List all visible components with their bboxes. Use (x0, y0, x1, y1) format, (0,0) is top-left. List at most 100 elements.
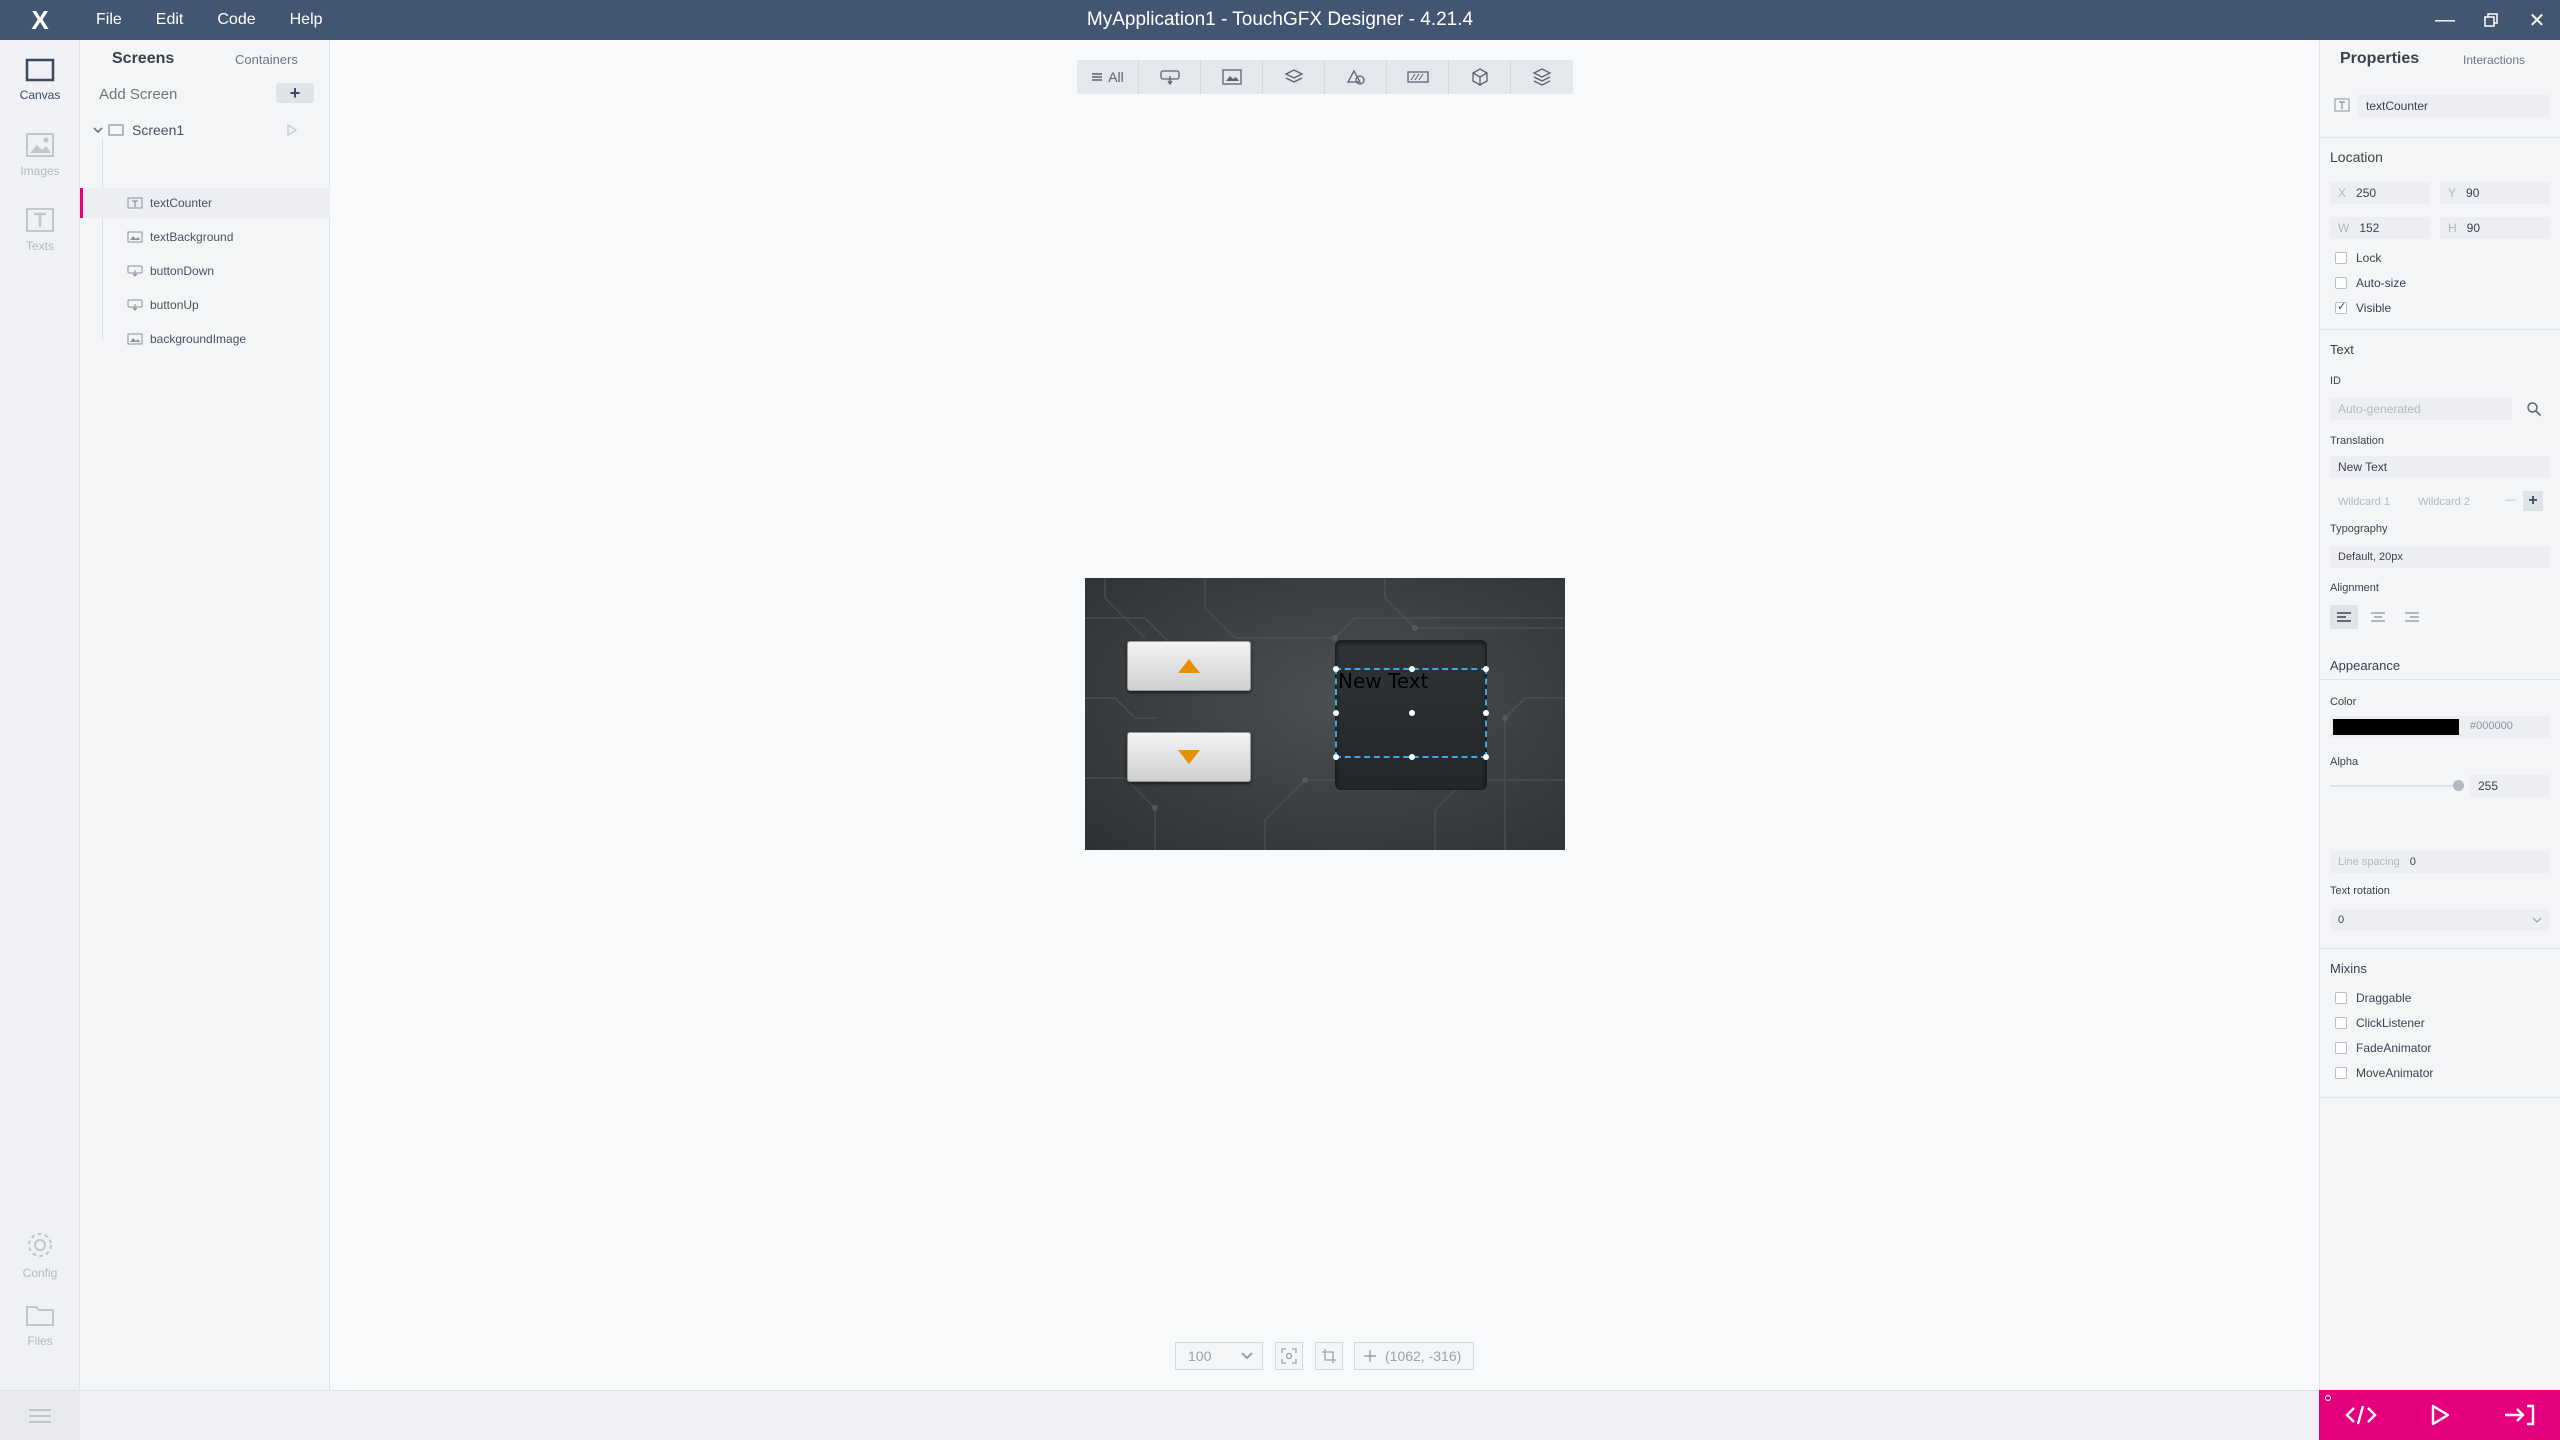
filter-progress[interactable] (1387, 60, 1449, 94)
wildcard1-placeholder: Wildcard 1 (2338, 496, 2390, 508)
resize-handle[interactable] (1333, 666, 1339, 672)
add-screen-button[interactable]: + (276, 83, 314, 103)
color-label: Color (2330, 696, 2357, 708)
resize-handle[interactable] (1409, 666, 1415, 672)
height-input[interactable]: H 90 (2440, 217, 2550, 239)
crop-button[interactable] (1315, 1342, 1343, 1370)
y-value: 90 (2466, 186, 2480, 200)
auto-size-checkbox[interactable] (2335, 277, 2347, 289)
run-simulator-icon[interactable] (2428, 1403, 2452, 1427)
text-icon (127, 197, 143, 209)
move-animator-checkbox[interactable] (2335, 1067, 2347, 1079)
resize-handle[interactable] (1483, 754, 1489, 760)
tab-properties[interactable]: Properties (2340, 50, 2419, 68)
visible-label: Visible (2356, 301, 2392, 315)
align-center-button[interactable] (2364, 605, 2392, 629)
tab-screens[interactable]: Screens (112, 50, 174, 68)
menu-help[interactable]: Help (290, 11, 323, 29)
alpha-input[interactable]: 255 (2470, 775, 2550, 797)
align-right-button[interactable] (2398, 605, 2426, 629)
tree-item-backgroundimage[interactable]: backgroundImage (80, 324, 330, 354)
wildcard2-input[interactable]: Wildcard 2 (2410, 491, 2484, 513)
menu-file[interactable]: File (96, 11, 122, 29)
hamburger-menu[interactable] (0, 1390, 80, 1440)
tab-containers[interactable]: Containers (235, 52, 298, 67)
rail-canvas[interactable]: Canvas (0, 45, 80, 115)
alpha-slider[interactable] (2330, 780, 2464, 791)
wildcard1-input[interactable]: Wildcard 1 (2330, 491, 2404, 513)
rail-config[interactable]: Config (0, 1220, 80, 1290)
restore-icon[interactable] (2468, 0, 2514, 40)
search-icon[interactable] (2526, 401, 2542, 417)
text-rotation-select[interactable]: 0 (2330, 909, 2550, 931)
chevron-down-icon[interactable] (92, 125, 104, 135)
color-swatch[interactable] (2333, 719, 2459, 735)
filter-images[interactable] (1201, 60, 1263, 94)
fit-icon (1281, 1348, 1297, 1364)
typography-select[interactable]: Default, 20px (2330, 546, 2550, 568)
add-wildcard-button[interactable]: + (2523, 491, 2543, 511)
remove-wildcard-button[interactable]: — (2505, 494, 2516, 506)
generate-code-icon[interactable] (2344, 1403, 2378, 1427)
id-input[interactable]: Auto-generated (2330, 398, 2512, 420)
resize-handle[interactable] (1483, 666, 1489, 672)
rail-texts[interactable]: Texts (0, 195, 80, 265)
rail-files[interactable]: Files (0, 1290, 80, 1360)
tree-item-label: textBackground (150, 230, 234, 244)
zoom-select[interactable]: 100 (1175, 1342, 1263, 1370)
click-listener-checkbox[interactable] (2335, 1017, 2347, 1029)
tree-item-buttondown[interactable]: buttonDown (80, 256, 330, 286)
color-input[interactable]: #000000 (2330, 716, 2550, 738)
menu-edit[interactable]: Edit (156, 11, 184, 29)
resize-handle[interactable] (1409, 754, 1415, 760)
rail-images[interactable]: Images (0, 120, 80, 190)
alpha-slider-thumb[interactable] (2453, 780, 2464, 791)
lock-checkbox[interactable] (2335, 252, 2347, 264)
close-icon[interactable]: ✕ (2514, 0, 2560, 40)
play-icon[interactable] (287, 124, 297, 136)
width-input[interactable]: W 152 (2330, 217, 2430, 239)
tree-item-textbackground[interactable]: textBackground (80, 222, 330, 252)
widget-name-input[interactable]: textCounter (2358, 95, 2550, 117)
line-spacing-input[interactable]: Line spacing 0 (2330, 851, 2550, 873)
resize-handle[interactable] (1333, 710, 1339, 716)
canvas-area[interactable]: All New Text 100 (1062, -316) (331, 40, 2319, 1390)
filter-containers[interactable] (1263, 60, 1325, 94)
visible-checkbox[interactable] (2335, 300, 2347, 314)
translation-input[interactable]: New Text (2330, 456, 2550, 478)
tree-item-textcounter[interactable]: textCounter (80, 188, 330, 218)
draggable-checkbox[interactable] (2335, 992, 2347, 1004)
fit-to-screen-button[interactable] (1275, 1342, 1303, 1370)
resize-handle[interactable] (1333, 754, 1339, 760)
screen-name: Screen1 (132, 122, 185, 138)
fade-animator-checkbox[interactable] (2335, 1042, 2347, 1054)
tree-screen1[interactable]: Screen1 (80, 115, 330, 145)
y-input[interactable]: Y 90 (2440, 182, 2550, 204)
button-icon (127, 265, 143, 277)
filter-miscellanous[interactable] (1511, 60, 1573, 94)
filter-all-label: All (1108, 69, 1124, 85)
tab-interactions[interactable]: Interactions (2463, 53, 2525, 67)
center-handle[interactable] (1409, 710, 1415, 716)
tree-item-buttonup[interactable]: buttonUp (80, 290, 330, 320)
filter-all[interactable]: All (1077, 60, 1139, 94)
filter-shapes[interactable] (1325, 60, 1387, 94)
resize-handle[interactable] (1483, 710, 1489, 716)
filter-buttons[interactable] (1139, 60, 1201, 94)
menu-code[interactable]: Code (217, 11, 255, 29)
filter-3d[interactable] (1449, 60, 1511, 94)
left-rail: Canvas Images Texts Config Files (0, 40, 80, 1390)
button-icon (1159, 70, 1180, 85)
button-up[interactable] (1127, 641, 1251, 691)
align-left-button[interactable] (2330, 605, 2358, 629)
layers-icon (1284, 69, 1303, 83)
minimize-icon[interactable]: — (2422, 0, 2468, 40)
screen-preview[interactable]: New Text (1085, 578, 1565, 850)
text-counter[interactable]: New Text (1333, 666, 1489, 760)
gear-icon (28, 1233, 52, 1257)
progress-icon (1406, 71, 1429, 83)
button-down[interactable] (1127, 732, 1251, 782)
x-input[interactable]: X 250 (2330, 182, 2430, 204)
run-on-target-icon[interactable] (2503, 1403, 2535, 1427)
move-animator-label: MoveAnimator (2356, 1066, 2434, 1080)
